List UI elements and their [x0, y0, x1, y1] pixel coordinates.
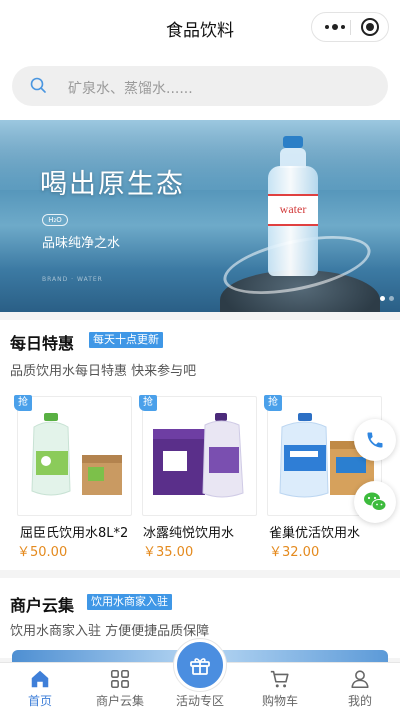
user-icon — [351, 670, 369, 689]
promo-banner[interactable]: water 喝出原生态 H₂O 品味纯净之水 BRAND · WATER — [0, 120, 400, 312]
phone-icon — [367, 432, 383, 448]
cart-icon — [270, 670, 289, 688]
home-icon — [31, 670, 49, 688]
grid-icon — [110, 669, 130, 689]
banner-pagination — [380, 296, 394, 301]
gift-icon — [190, 658, 210, 675]
product-card-binglu[interactable]: 抢 — [139, 395, 257, 516]
product-price: ￥35.00 — [143, 545, 194, 560]
h2o-badge: H₂O — [42, 214, 68, 226]
grab-badge: 抢 — [139, 395, 157, 411]
tab-label: 我的 — [347, 694, 372, 708]
product-name: 冰露纯悦饮用水 — [143, 526, 235, 541]
search-input[interactable]: 矿泉水、蒸馏水...... — [12, 66, 388, 106]
activity-center-button[interactable] — [174, 639, 226, 691]
water-bottle-image: water — [268, 136, 318, 276]
more-menu-icon[interactable] — [320, 13, 350, 41]
search-icon — [30, 77, 46, 93]
deals-update-tag: 每天十点更新 — [89, 332, 163, 348]
nav-header: 食品饮料 — [0, 0, 400, 56]
banner-fine-print: BRAND · WATER — [42, 276, 103, 283]
daily-deals-section: 每日特惠 每天十点更新 品质饮用水每日特惠 快来参与吧 抢 屈臣氏饮用水8L*2… — [0, 320, 400, 570]
merchants-description: 饮用水商家入驻 方便便捷品质保障 — [10, 624, 210, 639]
grab-badge: 抢 — [264, 395, 282, 411]
tab-label: 活动专区 — [175, 694, 224, 708]
bottle-label-text: water — [279, 202, 307, 216]
search-placeholder: 矿泉水、蒸馏水...... — [68, 81, 193, 97]
deals-title: 每日特惠 — [10, 334, 75, 353]
product-name: 屈臣氏饮用水8L*2 — [20, 526, 129, 541]
product-name: 雀巢优活饮用水 — [269, 526, 361, 541]
tab-profile[interactable]: 我的 — [320, 663, 400, 712]
banner-headline: 喝出原生态 — [40, 169, 185, 200]
binglu-product-image — [153, 413, 244, 498]
tab-cart[interactable]: 购物车 — [240, 663, 320, 712]
tab-home[interactable]: 首页 — [0, 663, 80, 712]
tab-label: 购物车 — [261, 694, 298, 708]
page: 食品饮料 矿泉水、蒸馏水...... water 喝出原生态 H₂O 品味纯净之… — [0, 0, 400, 712]
tab-label: 首页 — [27, 694, 52, 708]
tab-merchants[interactable]: 商户云集 — [80, 663, 160, 712]
phone-call-button[interactable] — [354, 419, 396, 461]
product-card-watsons[interactable]: 抢 — [14, 395, 132, 516]
watsons-product-image — [31, 413, 122, 496]
product-price: ￥32.00 — [269, 545, 320, 560]
wechat-icon — [364, 492, 387, 511]
product-price: ￥50.00 — [17, 545, 68, 560]
banner-subtitle: 品味纯净之水 — [42, 236, 121, 251]
wechat-contact-button[interactable] — [354, 481, 396, 523]
deals-description: 品质饮用水每日特惠 快来参与吧 — [10, 364, 197, 379]
capsule-divider — [350, 20, 351, 35]
merchants-join-tag: 饮用水商家入驻 — [87, 594, 172, 610]
mini-program-capsule — [311, 12, 389, 42]
search-bar-area: 矿泉水、蒸馏水...... — [0, 56, 400, 120]
grab-badge: 抢 — [14, 395, 32, 411]
merchants-title: 商户云集 — [10, 596, 75, 615]
close-miniprogram-icon[interactable] — [361, 18, 379, 36]
tab-label: 商户云集 — [95, 694, 144, 708]
